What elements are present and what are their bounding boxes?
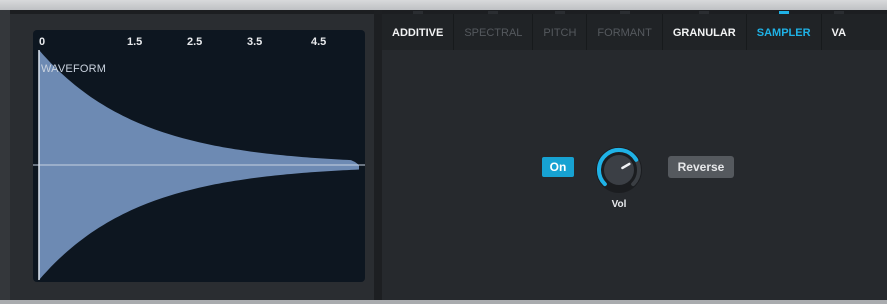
time-tick-label: 4.5 <box>311 36 327 48</box>
tab-indicator <box>619 11 630 14</box>
knob-cap <box>604 155 634 185</box>
time-tick-label: 3.5 <box>247 36 263 48</box>
tab-spectral[interactable]: SPECTRAL <box>454 11 534 50</box>
tab-va[interactable]: VA <box>822 11 856 50</box>
tab-label: SPECTRAL <box>464 27 523 39</box>
time-tick-label: 0 <box>39 36 46 48</box>
tab-pitch[interactable]: PITCH <box>533 11 588 50</box>
tab-formant[interactable]: FORMANT <box>587 11 663 50</box>
time-tick-label: 1.5 <box>127 36 143 48</box>
synthesis-tab-bar: ADDITIVE SPECTRAL PITCH FORMANT GRANULAR… <box>382 11 887 50</box>
volume-knob[interactable] <box>594 145 644 195</box>
time-tick-label: 2.5 <box>187 36 203 48</box>
sampler-on-button[interactable]: On <box>542 157 574 177</box>
window-bottom-strip <box>0 300 887 304</box>
tab-indicator <box>412 11 423 14</box>
tab-indicator <box>699 11 710 14</box>
waveform-title: WAVEFORM <box>41 63 107 75</box>
tab-additive[interactable]: ADDITIVE <box>382 11 455 50</box>
tab-label: PITCH <box>543 27 577 39</box>
tab-label: ADDITIVE <box>392 27 444 39</box>
tab-sampler[interactable]: SAMPLER <box>747 11 822 50</box>
reverse-button[interactable]: Reverse <box>668 156 734 178</box>
waveform-display: 0 1.5 2.5 3.5 4.5 WAVEFORM <box>33 30 365 282</box>
tab-granular[interactable]: GRANULAR <box>663 11 747 50</box>
left-edge <box>0 10 10 304</box>
panel-divider <box>374 10 382 304</box>
tab-label: VA <box>831 27 847 39</box>
tab-indicator <box>778 11 789 14</box>
window-top-strip <box>0 0 887 10</box>
tab-label: GRANULAR <box>672 27 736 39</box>
tab-indicator <box>554 11 565 14</box>
tab-label: SAMPLER <box>756 27 811 39</box>
tab-label: FORMANT <box>597 27 652 39</box>
volume-label: Vol <box>611 199 627 210</box>
tab-indicator <box>833 11 844 14</box>
tab-indicator <box>488 11 499 14</box>
